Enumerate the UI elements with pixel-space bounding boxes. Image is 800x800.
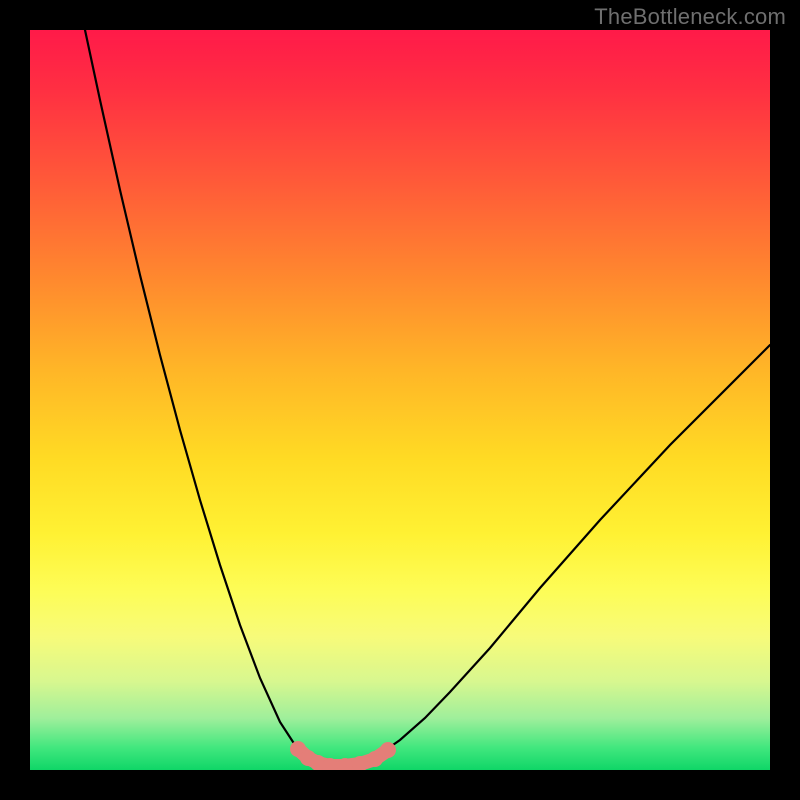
bottom-dot (367, 751, 383, 767)
bottom-dot (380, 742, 396, 758)
plot-area (30, 30, 770, 770)
chart-frame: TheBottleneck.com (0, 0, 800, 800)
watermark-text: TheBottleneck.com (594, 4, 786, 30)
bottom-dots (290, 741, 396, 770)
curve-layer (30, 30, 770, 770)
flat-bottom-markers (290, 741, 396, 770)
bottleneck-curve (85, 30, 770, 766)
